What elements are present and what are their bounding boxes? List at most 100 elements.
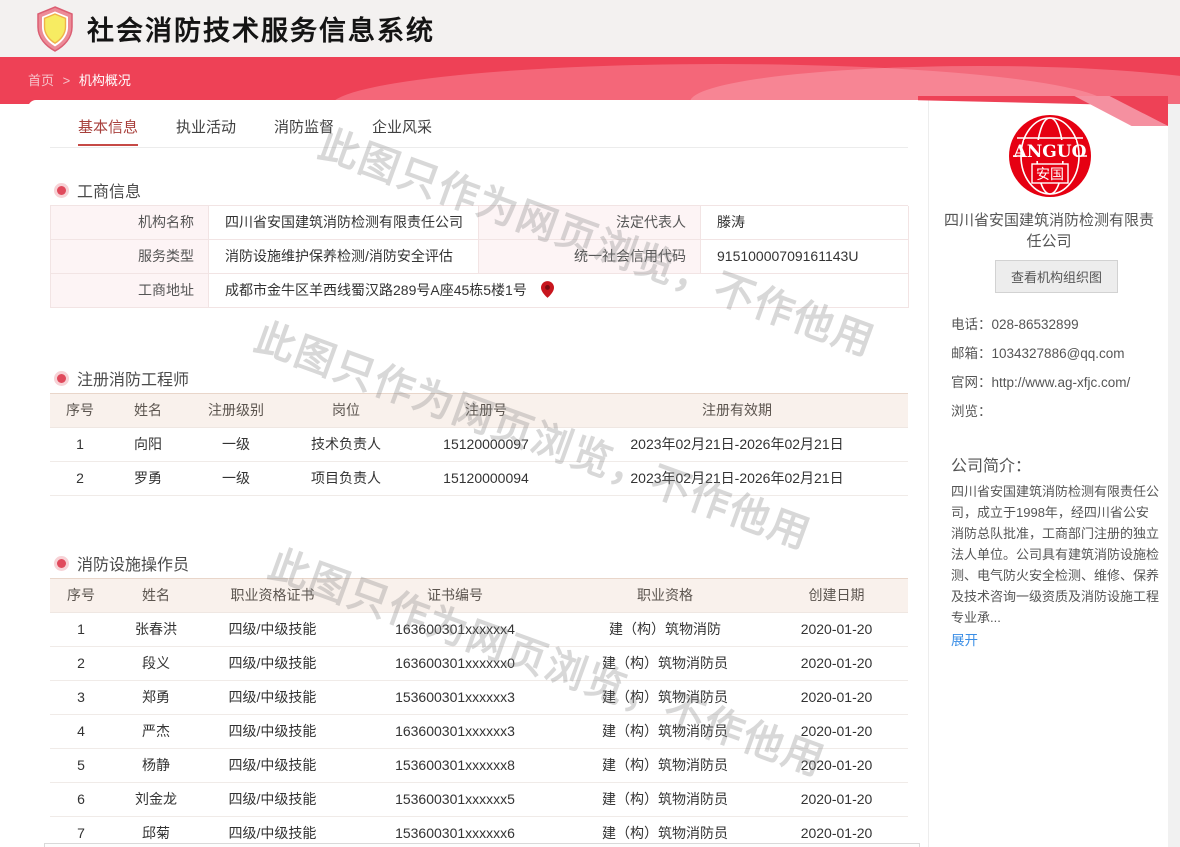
cell-seq: 5 <box>50 749 112 782</box>
cell-name: 段义 <box>112 647 200 680</box>
contact-label: 电话： <box>951 314 992 335</box>
cell-name: 张春洪 <box>112 613 200 646</box>
service-type-value: 消防设施维护保养检测/消防安全评估 <box>209 240 479 274</box>
logo-text-anguo: ANGUO <box>1013 142 1087 162</box>
top-header: 社会消防技术服务信息系统 <box>0 0 1180 57</box>
field-label: 法定代表人 <box>479 206 701 240</box>
contact-views: 浏览： <box>951 401 1153 422</box>
views-value <box>992 401 1154 422</box>
cell-seq: 1 <box>50 428 110 461</box>
contact-website: 官网： http://www.ag-xfjc.com/ <box>951 372 1153 393</box>
cell-seq: 4 <box>50 715 112 748</box>
org-name-value: 四川省安国建筑消防检测有限责任公司 <box>209 206 479 240</box>
contact-label: 浏览： <box>951 401 992 422</box>
cell-level: 一级 <box>186 462 286 495</box>
breadcrumb-current: 机构概况 <box>79 73 131 88</box>
page-right-gutter <box>1168 104 1180 847</box>
page: 社会消防技术服务信息系统 首页 > 机构概况 基本信息 执业活动 消防监督 企业… <box>0 0 1180 847</box>
email-value: 1034327886@qq.com <box>992 343 1154 364</box>
website-link[interactable]: http://www.ag-xfjc.com/ <box>992 372 1154 393</box>
section-bullet-icon <box>57 559 66 568</box>
column-header: 姓名 <box>112 579 200 612</box>
logo-text-cn: 安国 <box>1036 167 1064 183</box>
company-profile-title: 公司简介： <box>951 452 1031 476</box>
cell-seq: 6 <box>50 783 112 816</box>
table-row: 1 向阳 一级 技术负责人 15120000097 2023年02月21日-20… <box>50 428 908 462</box>
cell-cert-level: 四级/中级技能 <box>200 613 345 646</box>
contact-phone: 电话： 028-86532899 <box>951 314 1153 335</box>
cell-name: 罗勇 <box>110 462 186 495</box>
section-bullet-icon <box>57 186 66 195</box>
cell-level: 一级 <box>186 428 286 461</box>
expand-link[interactable]: 展开 <box>951 629 978 649</box>
cell-name: 严杰 <box>112 715 200 748</box>
cell-cert-level: 四级/中级技能 <box>200 647 345 680</box>
section-bullet-icon <box>57 374 66 383</box>
cell-created-date: 2020-01-20 <box>765 681 908 714</box>
cell-seq: 2 <box>50 462 110 495</box>
tab-basic-info[interactable]: 基本信息 <box>78 116 138 146</box>
site-title: 社会消防技术服务信息系统 <box>87 9 435 48</box>
credit-code-value: 91510000709161143U <box>701 240 909 274</box>
table-row: 2 罗勇 一级 项目负责人 15120000094 2023年02月21日-20… <box>50 462 908 496</box>
tab-bar: 基本信息 执业活动 消防监督 企业风采 <box>78 116 432 146</box>
cell-cert-no: 163600301xxxxxx3 <box>345 715 565 748</box>
field-label: 服务类型 <box>51 240 209 274</box>
column-header: 职业资格证书 <box>200 579 345 612</box>
table-row: 6 刘金龙 四级/中级技能 153600301xxxxxx5 建（构）筑物消防员… <box>50 783 908 817</box>
content-card: 基本信息 执业活动 消防监督 企业风采 工商信息 机构名称 四川省安国建筑消防检… <box>28 100 1168 847</box>
cell-qualification: 建（构）筑物消防员 <box>565 647 765 680</box>
tab-practice-activity[interactable]: 执业活动 <box>176 116 236 146</box>
column-header: 姓名 <box>110 394 186 427</box>
section-title-label: 工商信息 <box>77 178 141 202</box>
column-header: 注册级别 <box>186 394 286 427</box>
cell-name: 向阳 <box>110 428 186 461</box>
company-profile-text: 四川省安国建筑消防检测有限责任公司，成立于1998年，经四川省公安消防总队批准，… <box>951 481 1159 628</box>
cell-cert-level: 四级/中级技能 <box>200 715 345 748</box>
engineers-table: 序号 姓名 注册级别 岗位 注册号 注册有效期 1 向阳 一级 技术负责人 15… <box>50 393 908 496</box>
cell-reg-no: 15120000094 <box>406 462 566 495</box>
section-title-label: 消防设施操作员 <box>77 551 189 575</box>
table-row: 4 严杰 四级/中级技能 163600301xxxxxx3 建（构）筑物消防员 … <box>50 715 908 749</box>
cell-cert-no: 153600301xxxxxx5 <box>345 783 565 816</box>
section-engineers: 注册消防工程师 <box>57 366 189 390</box>
view-org-chart-button[interactable]: 查看机构组织图 <box>995 260 1118 293</box>
table-row: 2 段义 四级/中级技能 163600301xxxxxx0 建（构）筑物消防员 … <box>50 647 908 681</box>
cell-cert-no: 153600301xxxxxx3 <box>345 681 565 714</box>
field-label: 机构名称 <box>51 206 209 240</box>
field-label: 统一社会信用代码 <box>479 240 701 274</box>
contact-email: 邮箱： 1034327886@qq.com <box>951 343 1153 364</box>
cell-created-date: 2020-01-20 <box>765 783 908 816</box>
legal-rep-value: 滕涛 <box>701 206 909 240</box>
company-logo-icon: ANGUO 安国 <box>1008 114 1092 198</box>
breadcrumb-home-link[interactable]: 首页 <box>28 73 54 88</box>
cell-qualification: 建（构）筑物消防员 <box>565 715 765 748</box>
table-row: 工商地址 成都市金牛区羊西线蜀汉路289号A座45栋5楼1号 <box>51 274 908 308</box>
tab-company-showcase[interactable]: 企业风采 <box>372 116 432 146</box>
cell-seq: 3 <box>50 681 112 714</box>
cell-created-date: 2020-01-20 <box>765 715 908 748</box>
cell-name: 郑勇 <box>112 681 200 714</box>
breadcrumb: 首页 > 机构概况 <box>28 70 131 89</box>
cell-validity: 2023年02月21日-2026年02月21日 <box>566 428 908 461</box>
cell-name: 刘金龙 <box>112 783 200 816</box>
cell-qualification: 建（构）筑物消防员 <box>565 681 765 714</box>
column-header: 证书编号 <box>345 579 565 612</box>
tabs-divider <box>50 147 908 148</box>
table-row: 服务类型 消防设施维护保养检测/消防安全评估 统一社会信用代码 91510000… <box>51 240 908 274</box>
phone-value: 028-86532899 <box>992 314 1154 335</box>
cell-qualification: 建（构）筑物消防 <box>565 613 765 646</box>
address-value: 成都市金牛区羊西线蜀汉路289号A座45栋5楼1号 <box>209 274 909 308</box>
sidebar-company-name: 四川省安国建筑消防检测有限责任公司 <box>937 210 1161 252</box>
map-pin-icon[interactable] <box>541 281 554 298</box>
tab-fire-supervision[interactable]: 消防监督 <box>274 116 334 146</box>
cell-position: 项目负责人 <box>286 462 406 495</box>
table-row: 3 郑勇 四级/中级技能 153600301xxxxxx3 建（构）筑物消防员 … <box>50 681 908 715</box>
contact-label: 官网： <box>951 372 992 393</box>
shield-logo-icon <box>35 6 75 52</box>
cell-seq: 1 <box>50 613 112 646</box>
business-info-table: 机构名称 四川省安国建筑消防检测有限责任公司 法定代表人 滕涛 服务类型 消防设… <box>50 205 908 308</box>
cell-cert-no: 163600301xxxxxx4 <box>345 613 565 646</box>
cell-created-date: 2020-01-20 <box>765 647 908 680</box>
table-row: 5 杨静 四级/中级技能 153600301xxxxxx8 建（构）筑物消防员 … <box>50 749 908 783</box>
